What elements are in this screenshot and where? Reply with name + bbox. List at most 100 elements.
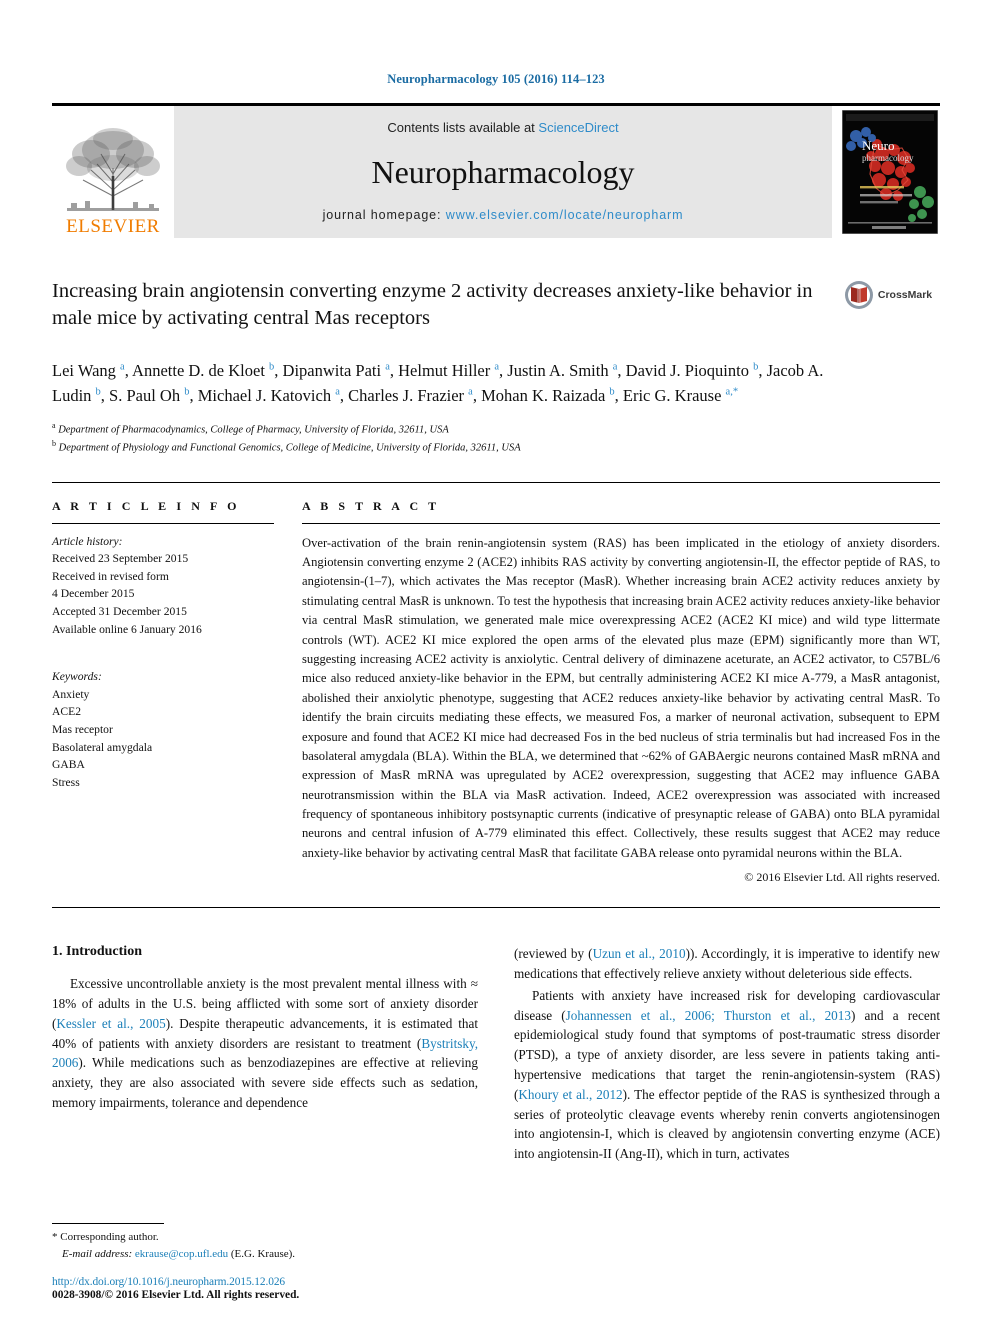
author-name: Michael J. Katovich xyxy=(197,386,336,406)
author-affiliation-marker: b xyxy=(753,361,759,373)
abstract-column: A B S T R A C T Over-activation of the b… xyxy=(302,499,940,886)
article-history-item: Available online 6 January 2016 xyxy=(52,622,202,636)
article-history-block: Article history: Received 23 September 2… xyxy=(52,533,274,639)
issn-copyright-line: 0028-3908/© 2016 Elsevier Ltd. All right… xyxy=(52,1289,300,1301)
keyword-item: GABA xyxy=(52,758,85,772)
info-abstract-band: A R T I C L E I N F O Article history: R… xyxy=(52,481,940,886)
intro-paragraph-right-1: (reviewed by (Uzun et al., 2010)). Accor… xyxy=(514,944,940,984)
intro-r1-text-1: (reviewed by ( xyxy=(514,946,593,962)
intro-text-3: ). While medications such as benzodiazep… xyxy=(52,1055,478,1111)
keyword-item: Anxiety xyxy=(52,687,90,701)
svg-text:Neuro: Neuro xyxy=(862,138,895,153)
author-name: Charles J. Frazier xyxy=(348,386,469,406)
keyword-item: Basolateral amygdala xyxy=(52,740,153,754)
body-divider xyxy=(52,907,940,909)
svg-text:pharmacology: pharmacology xyxy=(862,153,914,163)
author-affiliation-marker: b xyxy=(609,386,615,398)
author-name: Eric G. Krause xyxy=(622,386,726,406)
abstract-text: Over-activation of the brain renin-angio… xyxy=(302,535,940,860)
author-affiliation-marker: a,* xyxy=(725,386,739,398)
author-affiliation-marker: a xyxy=(468,386,473,398)
homepage-prefix: journal homepage: xyxy=(322,208,446,222)
article-history-item: Accepted 31 December 2015 xyxy=(52,605,187,619)
corresponding-author-label: Corresponding author. xyxy=(60,1231,159,1243)
doi-link[interactable]: http://dx.doi.org/10.1016/j.neuropharm.2… xyxy=(52,1276,470,1288)
author-affiliation-marker: a xyxy=(385,361,390,373)
email-owner: (E.G. Krause). xyxy=(230,1247,296,1260)
affiliation-item: a Department of Pharmacodynamics, Colleg… xyxy=(52,421,449,436)
affiliation-item: b Department of Physiology and Functiona… xyxy=(52,438,521,454)
author-name: Dipanwita Pati xyxy=(282,361,386,380)
author-affiliation-marker: a xyxy=(335,386,340,398)
email-label: E-mail address: xyxy=(62,1247,133,1260)
title-block: Increasing brain angiotensin converting … xyxy=(52,278,940,340)
author-name: Lei Wang xyxy=(52,361,121,380)
body-columns: 1. Introduction Excessive uncontrollable… xyxy=(52,944,940,1164)
journal-cover-thumbnail: Neuro pharmacology xyxy=(840,106,940,238)
footnote-area: * Corresponding author. E-mail address: … xyxy=(52,1223,470,1301)
keywords-label: Keywords: xyxy=(52,670,102,684)
citation-johannessen-thurston[interactable]: Johannessen et al., 2006; Thurston et al… xyxy=(566,1008,851,1023)
corresponding-marker: * xyxy=(52,1231,58,1243)
body-column-right: (reviewed by (Uzun et al., 2010)). Accor… xyxy=(514,944,940,1164)
keyword-item: ACE2 xyxy=(52,705,81,719)
article-info-rule xyxy=(52,522,274,524)
crossmark-label: CrossMark xyxy=(877,289,933,301)
author-affiliation-marker: a xyxy=(120,361,125,373)
article-history-item: Received in revised form xyxy=(52,569,169,583)
intro-paragraph-right-2: Patients with anxiety have increased ris… xyxy=(514,986,940,1164)
corresponding-author-line: * Corresponding author. xyxy=(52,1229,470,1246)
elsevier-logo: ELSEVIER xyxy=(52,106,174,238)
article-first-page: Neuropharmacology 105 (2016) 114–123 ELS… xyxy=(0,0,992,1323)
article-history-label: Article history: xyxy=(52,534,123,548)
article-info-column: A R T I C L E I N F O Article history: R… xyxy=(52,499,302,886)
contents-prefix: Contents lists available at xyxy=(387,120,539,135)
email-line: E-mail address: ekrause@cop.ufl.edu (E.G… xyxy=(52,1246,470,1263)
author-name: Mohan K. Raizada xyxy=(481,386,610,406)
sciencedirect-link[interactable]: ScienceDirect xyxy=(538,120,618,135)
page-title: Increasing brain angiotensin converting … xyxy=(52,280,813,330)
article-history-item: 4 December 2015 xyxy=(52,587,135,601)
author-affiliation-marker: a xyxy=(612,361,618,373)
keywords-block: Keywords: Anxiety ACE2 Mas receptor Basolat… xyxy=(52,668,274,791)
author-name: Helmut Hiller xyxy=(398,361,495,380)
author-name: Annette D. de Kloet xyxy=(132,361,270,380)
abstract-rule xyxy=(302,522,940,524)
author-name: David J. Pioquinto xyxy=(625,361,754,380)
elsevier-tree-icon xyxy=(66,128,160,211)
citation-khoury[interactable]: Khoury et al., 2012 xyxy=(518,1087,622,1102)
email-link[interactable]: ekrause@cop.ufl.edu xyxy=(135,1248,228,1260)
contents-list-line: Contents lists available at ScienceDirec… xyxy=(387,120,618,135)
affiliation-list: a Department of Pharmacodynamics, Colleg… xyxy=(52,420,940,455)
contents-banner: Contents lists available at ScienceDirec… xyxy=(174,106,832,238)
article-history-item: Received 23 September 2015 xyxy=(52,552,189,566)
journal-homepage-line: journal homepage: www.elsevier.com/locat… xyxy=(323,208,684,222)
author-affiliation-marker: b xyxy=(95,386,101,398)
article-history-lines: Received 23 September 2015 Received in re… xyxy=(52,550,274,638)
author-list: Lei Wang a, Annette D. de Kloet b, Dipan… xyxy=(52,361,824,406)
journal-title: Neuropharmacology xyxy=(371,153,635,190)
journal-reference-line: Neuropharmacology 105 (2016) 114–123 xyxy=(387,72,605,86)
crossmark-icon xyxy=(844,281,873,309)
intro-paragraph-left: Excessive uncontrollable anxiety is the … xyxy=(52,974,478,1113)
author-affiliation-marker: b xyxy=(184,386,190,398)
journal-homepage-link[interactable]: www.elsevier.com/locate/neuropharm xyxy=(446,208,684,222)
keyword-item: Stress xyxy=(52,775,80,789)
author-name: S. Paul Oh xyxy=(109,386,185,406)
keyword-item: Mas receptor xyxy=(52,723,113,737)
citation-kessler[interactable]: Kessler et al., 2005 xyxy=(56,1016,165,1031)
citation-uzun[interactable]: Uzun et al., 2010 xyxy=(593,946,686,961)
crossmark-badge[interactable]: CrossMark xyxy=(836,280,940,310)
journal-cover-image: Neuro pharmacology xyxy=(842,110,938,234)
abstract-heading: A B S T R A C T xyxy=(302,498,440,513)
author-affiliation-marker: b xyxy=(269,361,275,373)
elsevier-wordmark: ELSEVIER xyxy=(66,216,160,237)
author-affiliation-marker: a xyxy=(494,361,500,373)
article-info-heading: A R T I C L E I N F O xyxy=(52,498,241,513)
body-column-left: 1. Introduction Excessive uncontrollable… xyxy=(52,944,478,1164)
introduction-heading: 1. Introduction xyxy=(52,944,142,960)
journal-masthead: ELSEVIER Contents lists available at Sci… xyxy=(52,103,940,238)
footnote-rule xyxy=(52,1223,164,1224)
author-name: Justin A. Smith xyxy=(507,361,613,380)
abstract-copyright: © 2016 Elsevier Ltd. All rights reserved… xyxy=(744,870,940,885)
